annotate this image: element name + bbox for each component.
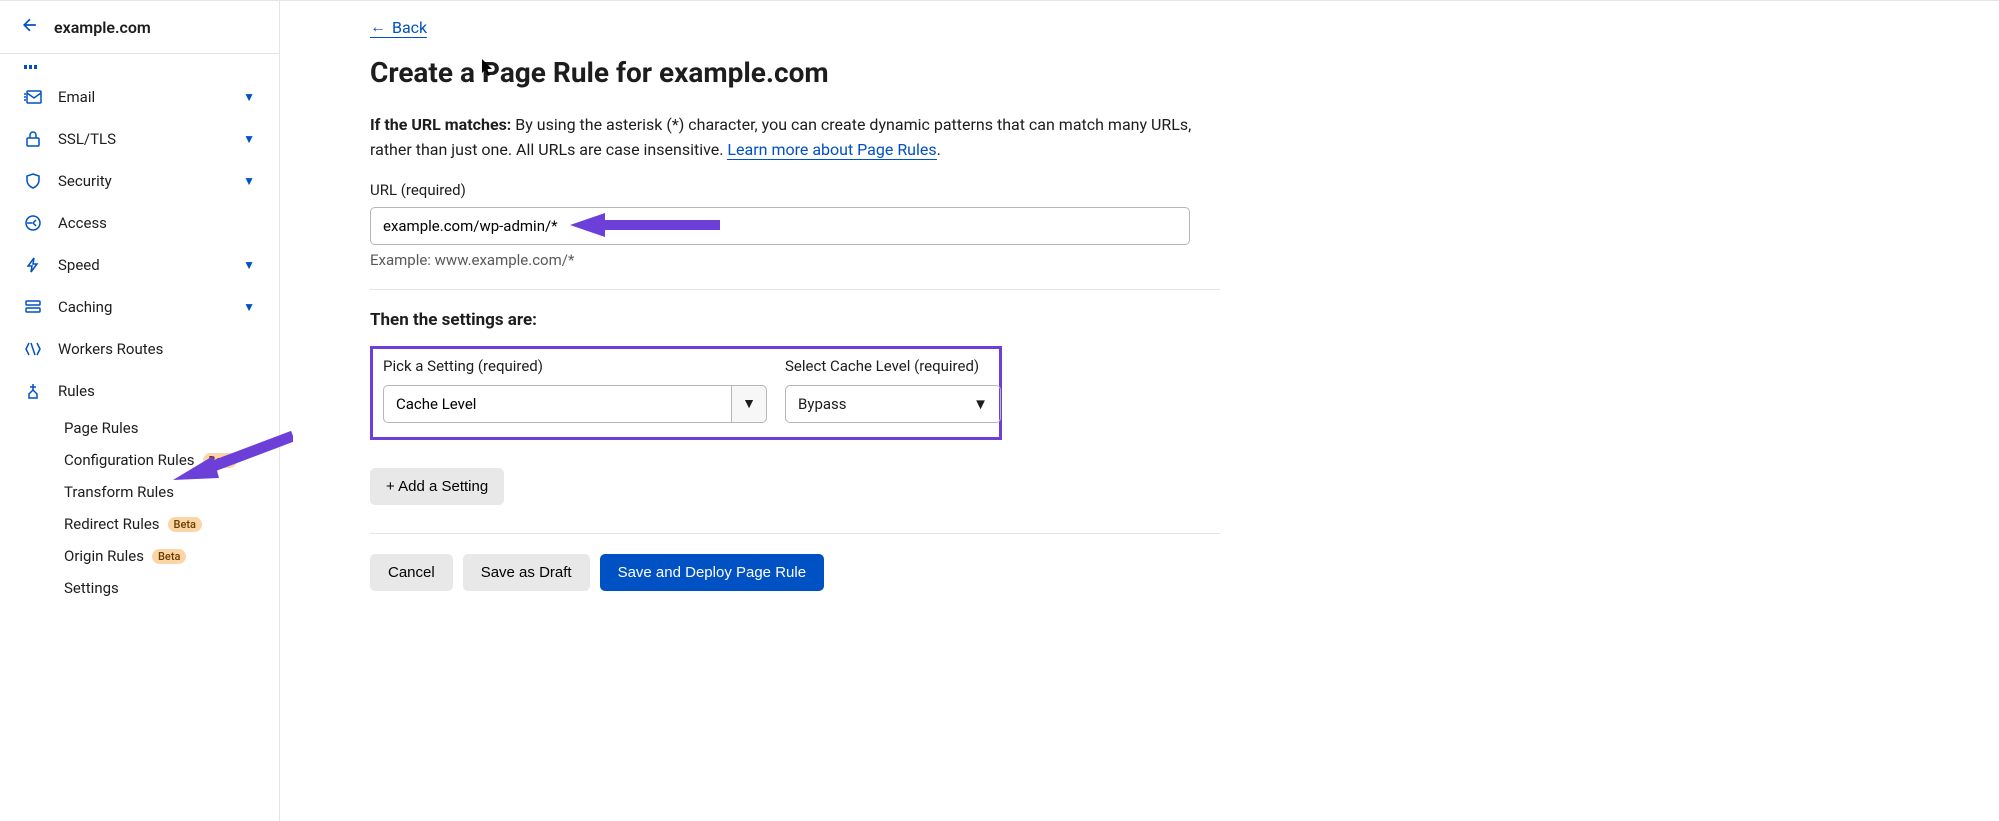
workers-icon — [24, 340, 42, 358]
app-container: example.com Email ▼ SSL/TLS ▼ — [0, 0, 1999, 821]
site-name: example.com — [54, 18, 151, 37]
sidebar-item-speed[interactable]: Speed ▼ — [0, 244, 279, 286]
url-example: Example: www.example.com/* — [370, 251, 1220, 269]
learn-more-link[interactable]: Learn more about Page Rules — [727, 140, 936, 160]
access-icon — [24, 214, 42, 232]
subnav-label: Configuration Rules — [64, 451, 195, 469]
page-title: Create a Page Rule for example.com — [370, 56, 1220, 89]
subnav-label: Transform Rules — [64, 483, 174, 501]
caching-icon — [24, 298, 42, 316]
action-buttons: Cancel Save as Draft Save and Deploy Pag… — [370, 554, 1220, 591]
chevron-down-icon: ▼ — [243, 132, 255, 146]
content-wrapper: ← Back Create a Page Rule for example.co… — [370, 17, 1220, 591]
sidebar-item-security[interactable]: Security ▼ — [0, 160, 279, 202]
rules-icon — [24, 382, 42, 400]
subnav-page-rules[interactable]: Page Rules — [58, 412, 279, 444]
rules-submenu: Page Rules Configuration Rules Beta Tran… — [0, 412, 279, 604]
nav-label: Email — [58, 88, 227, 106]
back-link[interactable]: ← Back — [370, 17, 427, 38]
chevron-down-icon: ▼ — [243, 174, 255, 188]
save-deploy-button[interactable]: Save and Deploy Page Rule — [600, 554, 824, 591]
subnav-label: Settings — [64, 579, 119, 597]
sidebar-item-caching[interactable]: Caching ▼ — [0, 286, 279, 328]
subnav-label: Origin Rules — [64, 547, 144, 565]
url-input[interactable] — [370, 207, 1190, 245]
beta-badge: Beta — [168, 517, 202, 532]
sidebar-item-rules[interactable]: Rules — [0, 370, 279, 412]
pick-setting-label: Pick a Setting (required) — [383, 357, 767, 375]
save-draft-button[interactable]: Save as Draft — [463, 554, 590, 591]
nav-label: Rules — [58, 382, 255, 400]
chevron-down-icon: ▼ — [243, 90, 255, 104]
truncated-nav-item — [0, 62, 279, 76]
settings-box: Pick a Setting (required) ▼ Select Cache… — [370, 346, 1002, 440]
nav-label: Access — [58, 214, 255, 232]
back-arrow-icon[interactable] — [20, 15, 40, 39]
chevron-down-icon: ▼ — [973, 395, 988, 413]
email-icon — [24, 88, 42, 106]
cache-level-column: Select Cache Level (required) Bypass ▼ — [785, 357, 1001, 423]
bolt-icon — [24, 256, 42, 274]
subnav-configuration-rules[interactable]: Configuration Rules Beta — [58, 444, 279, 476]
desc-strong: If the URL matches: — [370, 115, 511, 134]
divider — [370, 289, 1220, 290]
sidebar-nav: Email ▼ SSL/TLS ▼ Security ▼ — [0, 54, 279, 612]
cache-level-label: Select Cache Level (required) — [785, 357, 1001, 375]
sidebar-header: example.com — [0, 1, 279, 54]
sidebar-item-email[interactable]: Email ▼ — [0, 76, 279, 118]
nav-label: SSL/TLS — [58, 130, 227, 148]
beta-badge: Beta — [152, 549, 186, 564]
subnav-label: Page Rules — [64, 419, 139, 437]
nav-label: Speed — [58, 256, 227, 274]
pick-setting-dropdown-button[interactable]: ▼ — [731, 385, 767, 423]
divider — [370, 533, 1220, 534]
cancel-button[interactable]: Cancel — [370, 554, 453, 591]
pick-setting-column: Pick a Setting (required) ▼ — [383, 357, 767, 423]
beta-badge: Beta — [203, 453, 237, 468]
chevron-down-icon: ▼ — [243, 258, 255, 272]
add-setting-button[interactable]: + Add a Setting — [370, 468, 504, 505]
description: If the URL matches: By using the asteris… — [370, 113, 1220, 163]
sidebar-item-workers-routes[interactable]: Workers Routes — [0, 328, 279, 370]
url-label: URL (required) — [370, 181, 1220, 199]
subnav-settings[interactable]: Settings — [58, 572, 279, 604]
pick-setting-combobox[interactable]: ▼ — [383, 385, 767, 423]
dns-icon — [24, 62, 40, 73]
arrow-left-icon: ← — [370, 17, 386, 37]
shield-icon — [24, 172, 42, 190]
chevron-down-icon: ▼ — [742, 395, 756, 412]
sidebar: example.com Email ▼ SSL/TLS ▼ — [0, 1, 280, 821]
main-content: ← Back Create a Page Rule for example.co… — [280, 1, 1280, 821]
cache-level-value: Bypass — [798, 395, 847, 413]
sidebar-item-ssl-tls[interactable]: SSL/TLS ▼ — [0, 118, 279, 160]
nav-label: Security — [58, 172, 227, 190]
back-link-text: Back — [392, 18, 427, 37]
settings-title: Then the settings are: — [370, 310, 1220, 330]
chevron-down-icon: ▼ — [243, 300, 255, 314]
subnav-origin-rules[interactable]: Origin Rules Beta — [58, 540, 279, 572]
pick-setting-input[interactable] — [383, 385, 731, 423]
lock-icon — [24, 130, 42, 148]
sidebar-item-access[interactable]: Access — [0, 202, 279, 244]
nav-label: Workers Routes — [58, 340, 255, 358]
subnav-redirect-rules[interactable]: Redirect Rules Beta — [58, 508, 279, 540]
subnav-transform-rules[interactable]: Transform Rules — [58, 476, 279, 508]
subnav-label: Redirect Rules — [64, 515, 160, 533]
cache-level-select[interactable]: Bypass ▼ — [785, 385, 1001, 423]
nav-label: Caching — [58, 298, 227, 316]
